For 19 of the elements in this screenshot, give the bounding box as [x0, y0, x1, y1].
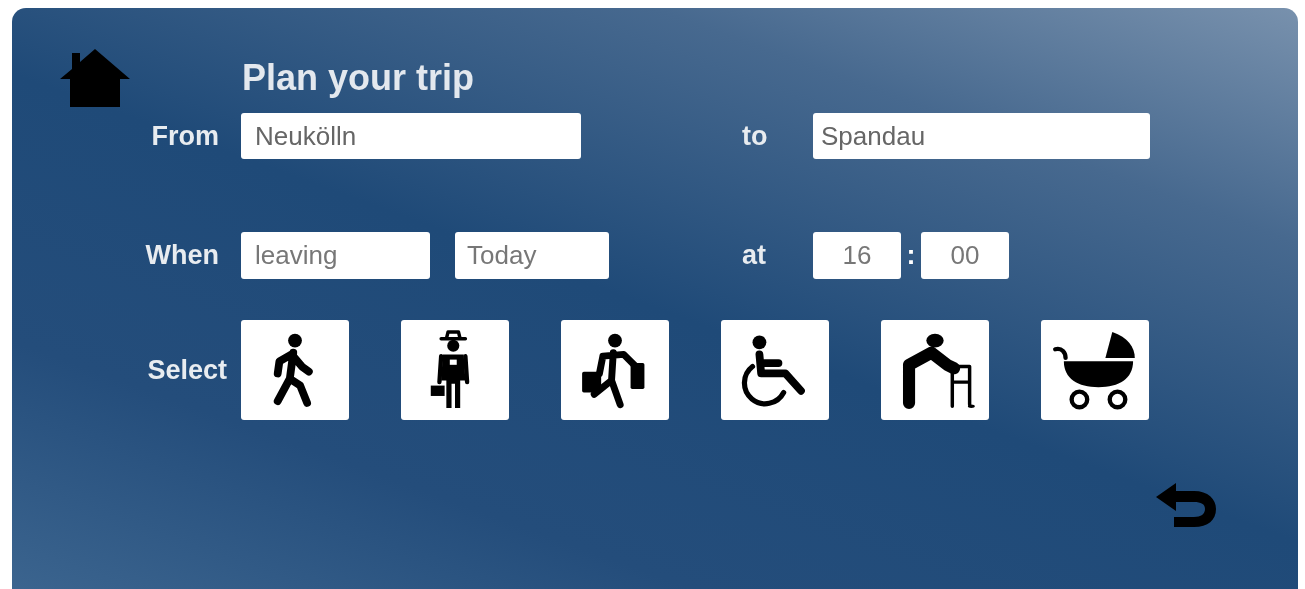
at-label: at	[742, 239, 767, 273]
from-field[interactable]: Neukölln	[241, 113, 581, 159]
travel-option-button[interactable]	[561, 320, 669, 420]
departure-mode-field[interactable]: leaving	[241, 232, 430, 279]
to-label: to	[742, 119, 769, 153]
from-label: From	[150, 119, 220, 153]
hour-field[interactable]: 16	[813, 232, 901, 279]
select-label: Select	[146, 353, 228, 387]
date-field[interactable]: Today	[455, 232, 609, 279]
to-field[interactable]: Spandau	[813, 113, 1150, 159]
when-label: When	[144, 239, 220, 273]
travel-option-button[interactable]	[721, 320, 829, 420]
page-title: Plan your trip	[242, 56, 475, 100]
travel-option-button[interactable]	[1041, 320, 1149, 420]
minute-field[interactable]: 00	[921, 232, 1009, 279]
travel-option-button[interactable]	[401, 320, 509, 420]
travel-option-button[interactable]	[881, 320, 989, 420]
travel-option-button[interactable]	[241, 320, 349, 420]
time-separator: :	[906, 239, 916, 273]
